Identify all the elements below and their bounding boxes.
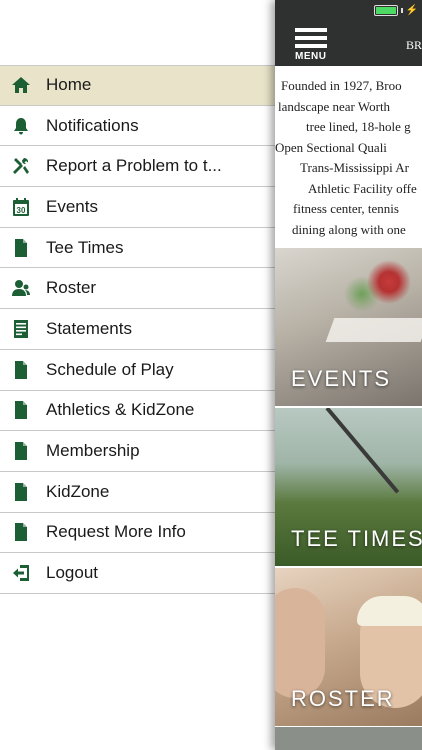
tools-icon [10,155,32,177]
sidebar-item-logout[interactable]: Logout [0,553,276,594]
sidebar-item-athletics-kidzone[interactable]: Athletics & KidZone [0,390,276,432]
sidebar-item-report-problem[interactable]: Report a Problem to t... [0,146,276,188]
sidebar-item-label: Report a Problem to t... [46,156,222,176]
people-icon [10,277,32,299]
calendar-icon: 30 [10,196,32,218]
tee-times-tile-label: TEE TIMES [291,526,422,551]
sidebar-item-kidzone[interactable]: KidZone [0,471,276,513]
battery-tip [400,8,403,13]
home-icon [10,74,32,96]
intro-line: fitness center, tennis [293,201,399,216]
next-tile-strip [275,727,422,750]
battery-icon [373,5,398,16]
sidebar-item-notifications[interactable]: Notifications [0,105,276,147]
document-icon [10,237,32,259]
hamburger-icon [295,36,327,40]
person-photo [275,588,325,698]
app-screen: Home Notifications Report a Problem to t… [0,0,422,750]
intro-line: Athletic Facility offe [308,180,417,196]
sidebar-item-roster[interactable]: Roster [0,268,276,310]
sidebar-item-label: Statements [46,318,132,338]
sidebar-item-label: Notifications [46,115,139,135]
sidebar-item-label: Membership [46,441,140,461]
table-setting-image [335,258,422,318]
sidebar-item-label: Athletics & KidZone [46,400,195,420]
tee-times-tile[interactable]: TEE TIMES [275,408,422,566]
sidebar-item-label: Events [46,196,98,216]
document-icon [10,399,32,421]
plate-image [325,318,422,342]
intro-text: Founded in 1927, Broo landscape near Wor… [275,66,422,248]
menu-button[interactable]: MENU [295,28,327,62]
intro-line: Trans-Mississippi Ar [300,160,409,175]
intro-line: Open Sectional Quali [275,139,387,155]
events-tile[interactable]: EVENTS [275,248,422,406]
document-icon [10,521,32,543]
roster-tile-label: ROSTER [291,686,395,711]
sidebar-item-home[interactable]: Home [0,65,276,106]
side-menu: Home Notifications Report a Problem to t… [0,65,276,594]
sidebar-item-events[interactable]: 30 Events [0,187,276,228]
menu-caption: MENU [295,51,327,62]
sidebar-item-label: Tee Times [46,237,124,257]
sidebar-item-label: Schedule of Play [46,359,174,379]
sidebar-item-label: Roster [46,278,97,298]
sidebar-item-membership[interactable]: Membership [0,431,276,472]
sidebar-item-label: Home [46,75,92,95]
intro-line: landscape near Worth [278,98,391,114]
document-icon [10,359,32,381]
content-panel[interactable]: ⚡ MENU BR Founded in 1927, Broo landscap… [275,0,422,750]
golf-club-image [325,408,400,494]
sidebar-item-request-info[interactable]: Request More Info [0,512,276,554]
calendar-day: 30 [17,206,26,215]
intro-line: Founded in 1927, Broo [281,78,402,93]
charging-icon: ⚡ [405,4,418,16]
status-bar: ⚡ [373,4,418,16]
intro-line: dining along with one [292,221,406,237]
hamburger-icon [295,28,327,32]
sidebar-item-label: Request More Info [46,522,186,542]
statement-icon [10,318,32,340]
intro-line: tree lined, 18-hole g [306,119,411,134]
sidebar-item-schedule-of-play[interactable]: Schedule of Play [0,349,276,391]
cap-image [357,596,422,626]
roster-tile[interactable]: ROSTER [275,568,422,726]
bell-icon [10,115,32,137]
document-icon [10,481,32,503]
document-icon [10,440,32,462]
sidebar-item-tee-times[interactable]: Tee Times [0,227,276,269]
sidebar-item-statements[interactable]: Statements [0,309,276,350]
club-title: BR [406,38,422,52]
top-bar: ⚡ MENU BR [275,0,422,66]
sidebar-item-label: KidZone [46,481,110,501]
sidebar-item-label: Logout [46,563,98,583]
events-tile-label: EVENTS [291,366,392,391]
logout-icon [10,562,32,584]
hamburger-icon [295,44,327,48]
